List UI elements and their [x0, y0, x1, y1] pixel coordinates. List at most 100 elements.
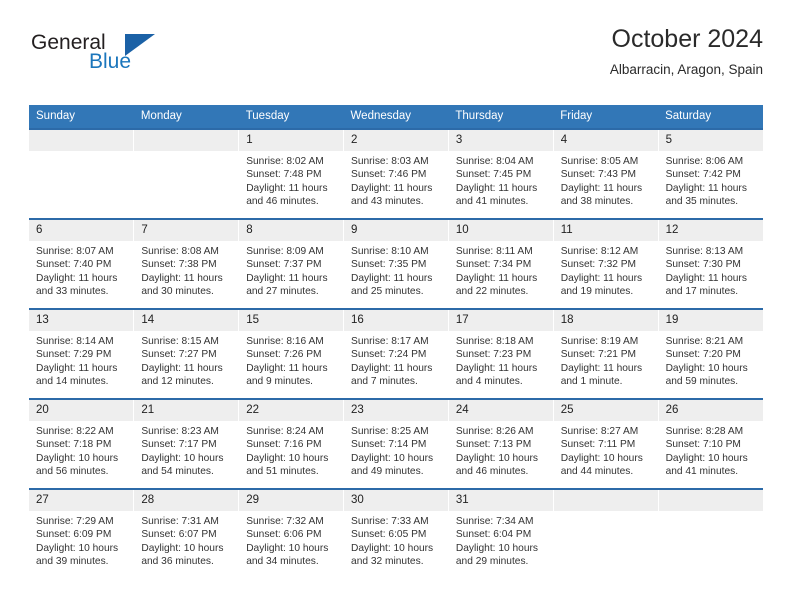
daylight-text: Daylight: 11 hours and 30 minutes.: [141, 272, 223, 298]
sunset-text: Sunset: 7:48 PM: [246, 169, 322, 181]
day-number: 18: [553, 310, 658, 331]
sunrise-text: Sunrise: 8:18 AM: [455, 336, 534, 347]
calendar-day-cell[interactable]: 8 Sunrise: 8:09 AM Sunset: 7:37 PM Daylight…: [238, 218, 345, 309]
sunset-text: Sunset: 7:30 PM: [665, 259, 741, 271]
sunrise-text: Sunrise: 7:29 AM: [36, 516, 114, 527]
day-details: Sunrise: 7:31 AM Sunset: 6:07 PM Daylight:…: [134, 511, 238, 569]
day-details: Sunrise: 8:05 AM Sunset: 7:43 PM Daylight:…: [554, 151, 658, 209]
sunset-text: Sunset: 7:18 PM: [36, 439, 112, 451]
calendar-day-cell[interactable]: 26 Sunrise: 8:28 AM Sunset: 7:10 PM Dayligh…: [658, 398, 763, 489]
calendar-week-row: 6 Sunrise: 8:07 AM Sunset: 7:40 PM Daylight…: [29, 218, 763, 309]
sunset-text: Sunset: 7:43 PM: [560, 169, 637, 181]
page-title: October 2024: [611, 25, 764, 53]
calendar-day-cell[interactable]: 2 Sunrise: 8:03 AM Sunset: 7:46 PM Daylight…: [343, 128, 449, 219]
calendar-body: 1 Sunrise: 8:02 AM Sunset: 7:48 PM Daylight…: [29, 128, 763, 578]
day-number: 26: [658, 400, 763, 421]
day-number: 5: [658, 130, 763, 151]
sunrise-text: Sunrise: 7:31 AM: [141, 516, 219, 527]
sunset-text: Sunset: 7:24 PM: [351, 349, 427, 361]
daylight-text: Daylight: 11 hours and 9 minutes.: [246, 362, 328, 388]
daylight-text: Daylight: 11 hours and 41 minutes.: [455, 182, 538, 208]
calendar-day-cell[interactable]: 11 Sunrise: 8:12 AM Sunset: 7:32 PM Dayligh…: [553, 218, 659, 309]
day-number: 20: [29, 400, 134, 421]
daylight-text: Daylight: 11 hours and 46 minutes.: [246, 182, 328, 208]
calendar-day-cell[interactable]: 30 Sunrise: 7:33 AM Sunset: 6:05 PM Dayligh…: [343, 488, 449, 578]
calendar-day-cell[interactable]: 4 Sunrise: 8:05 AM Sunset: 7:43 PM Daylight…: [553, 128, 659, 219]
calendar-day-cell[interactable]: 12 Sunrise: 8:13 AM Sunset: 7:30 PM Dayligh…: [658, 218, 763, 309]
day-number: 9: [344, 220, 448, 241]
calendar-day-cell[interactable]: 7 Sunrise: 8:08 AM Sunset: 7:38 PM Daylight…: [133, 218, 240, 309]
calendar-day-cell[interactable]: 18 Sunrise: 8:19 AM Sunset: 7:21 PM Dayligh…: [553, 308, 659, 399]
daylight-text: Daylight: 11 hours and 38 minutes.: [560, 182, 643, 208]
sunrise-text: Sunrise: 8:25 AM: [351, 426, 429, 437]
daylight-text: Daylight: 10 hours and 44 minutes.: [560, 452, 643, 478]
day-number: 6: [29, 220, 134, 241]
daylight-text: Daylight: 10 hours and 36 minutes.: [141, 542, 224, 568]
day-details: Sunrise: 8:24 AM Sunset: 7:16 PM Daylight:…: [239, 421, 343, 479]
sunrise-text: Sunrise: 8:05 AM: [560, 156, 639, 167]
sunset-text: Sunset: 7:23 PM: [455, 349, 532, 361]
calendar-day-cell[interactable]: 29 Sunrise: 7:32 AM Sunset: 6:06 PM Dayligh…: [238, 488, 345, 578]
calendar-day-cell[interactable]: 24 Sunrise: 8:26 AM Sunset: 7:13 PM Dayligh…: [448, 398, 554, 489]
calendar-day-cell[interactable]: 17 Sunrise: 8:18 AM Sunset: 7:23 PM Dayligh…: [448, 308, 554, 399]
title-block: October 2024 Albarracin, Aragon, Spain: [610, 24, 763, 78]
calendar-day-cell[interactable]: 10 Sunrise: 8:11 AM Sunset: 7:34 PM Dayligh…: [448, 218, 554, 309]
day-number: 22: [239, 400, 344, 421]
brand-logo[interactable]: General Blue: [29, 32, 229, 90]
calendar-day-cell[interactable]: 20 Sunrise: 8:22 AM Sunset: 7:18 PM Dayligh…: [29, 398, 135, 489]
day-number: 28: [134, 490, 239, 511]
weekday-header-saturday: Saturday: [658, 105, 763, 129]
day-details: Sunrise: 8:06 AM Sunset: 7:42 PM Daylight:…: [659, 151, 763, 209]
day-details: Sunrise: 8:26 AM Sunset: 7:13 PM Daylight:…: [449, 421, 553, 479]
calendar-day-cell[interactable]: 21 Sunrise: 8:23 AM Sunset: 7:17 PM Dayligh…: [133, 398, 240, 489]
day-details: Sunrise: 8:17 AM Sunset: 7:24 PM Daylight:…: [344, 331, 448, 389]
sunset-text: Sunset: 7:29 PM: [36, 349, 112, 361]
calendar-table: Sunday Monday Tuesday Wednesday Thursday…: [29, 105, 763, 578]
day-details: Sunrise: 8:15 AM Sunset: 7:27 PM Daylight:…: [134, 331, 238, 389]
calendar-day-cell[interactable]: 5 Sunrise: 8:06 AM Sunset: 7:42 PM Daylight…: [658, 128, 763, 219]
sunrise-text: Sunrise: 7:33 AM: [351, 516, 429, 527]
calendar-day-cell[interactable]: 31 Sunrise: 7:34 AM Sunset: 6:04 PM Dayligh…: [448, 488, 554, 578]
calendar-day-cell-empty: [133, 128, 240, 219]
sunrise-text: Sunrise: 8:22 AM: [36, 426, 114, 437]
calendar-day-cell[interactable]: 25 Sunrise: 8:27 AM Sunset: 7:11 PM Dayligh…: [553, 398, 659, 489]
calendar-day-cell[interactable]: 3 Sunrise: 8:04 AM Sunset: 7:45 PM Daylight…: [448, 128, 554, 219]
sunset-text: Sunset: 6:04 PM: [455, 529, 532, 541]
calendar-day-cell[interactable]: 19 Sunrise: 8:21 AM Sunset: 7:20 PM Dayligh…: [658, 308, 763, 399]
day-number: 15: [239, 310, 344, 331]
calendar-day-cell[interactable]: 13 Sunrise: 8:14 AM Sunset: 7:29 PM Dayligh…: [29, 308, 135, 399]
day-details: Sunrise: 7:32 AM Sunset: 6:06 PM Daylight:…: [239, 511, 343, 569]
sunrise-text: Sunrise: 8:13 AM: [665, 246, 744, 257]
day-details: Sunrise: 8:04 AM Sunset: 7:45 PM Daylight:…: [449, 151, 553, 209]
calendar-day-cell[interactable]: 27 Sunrise: 7:29 AM Sunset: 6:09 PM Dayligh…: [29, 488, 135, 578]
calendar-day-cell[interactable]: 6 Sunrise: 8:07 AM Sunset: 7:40 PM Daylight…: [29, 218, 135, 309]
sunrise-text: Sunrise: 8:04 AM: [455, 156, 534, 167]
calendar-day-cell-empty: [29, 128, 135, 219]
sunset-text: Sunset: 7:27 PM: [141, 349, 217, 361]
calendar-day-cell[interactable]: 15 Sunrise: 8:16 AM Sunset: 7:26 PM Dayligh…: [238, 308, 345, 399]
calendar-day-cell[interactable]: 16 Sunrise: 8:17 AM Sunset: 7:24 PM Dayligh…: [343, 308, 449, 399]
calendar-day-cell[interactable]: 9 Sunrise: 8:10 AM Sunset: 7:35 PM Daylight…: [343, 218, 449, 309]
calendar-day-cell[interactable]: 1 Sunrise: 8:02 AM Sunset: 7:48 PM Daylight…: [238, 128, 345, 219]
sunrise-text: Sunrise: 8:08 AM: [141, 246, 219, 257]
day-details: Sunrise: 7:34 AM Sunset: 6:04 PM Daylight:…: [449, 511, 553, 569]
daylight-text: Daylight: 11 hours and 25 minutes.: [351, 272, 433, 298]
calendar-day-cell[interactable]: 28 Sunrise: 7:31 AM Sunset: 6:07 PM Dayligh…: [133, 488, 240, 578]
weekday-header-thursday: Thursday: [448, 105, 554, 129]
weekday-header-sunday: Sunday: [29, 105, 134, 129]
daylight-text: Daylight: 11 hours and 35 minutes.: [665, 182, 747, 208]
day-details: Sunrise: 8:13 AM Sunset: 7:30 PM Daylight:…: [659, 241, 763, 299]
day-number: 27: [29, 490, 134, 511]
day-number: 2: [344, 130, 448, 151]
sunrise-text: Sunrise: 8:11 AM: [455, 246, 533, 257]
calendar-week-row: 1 Sunrise: 8:02 AM Sunset: 7:48 PM Daylight…: [29, 128, 763, 219]
calendar-week-row: 27 Sunrise: 7:29 AM Sunset: 6:09 PM Dayligh…: [29, 488, 763, 578]
calendar-day-cell[interactable]: 23 Sunrise: 8:25 AM Sunset: 7:14 PM Dayligh…: [343, 398, 449, 489]
calendar-day-cell[interactable]: 22 Sunrise: 8:24 AM Sunset: 7:16 PM Dayligh…: [238, 398, 345, 489]
sunset-text: Sunset: 7:21 PM: [560, 349, 637, 361]
weekday-header-tuesday: Tuesday: [238, 105, 344, 129]
day-number: 3: [448, 130, 553, 151]
daylight-text: Daylight: 10 hours and 29 minutes.: [455, 542, 538, 568]
sunset-text: Sunset: 7:14 PM: [351, 439, 427, 451]
calendar-day-cell[interactable]: 14 Sunrise: 8:15 AM Sunset: 7:27 PM Dayligh…: [133, 308, 240, 399]
